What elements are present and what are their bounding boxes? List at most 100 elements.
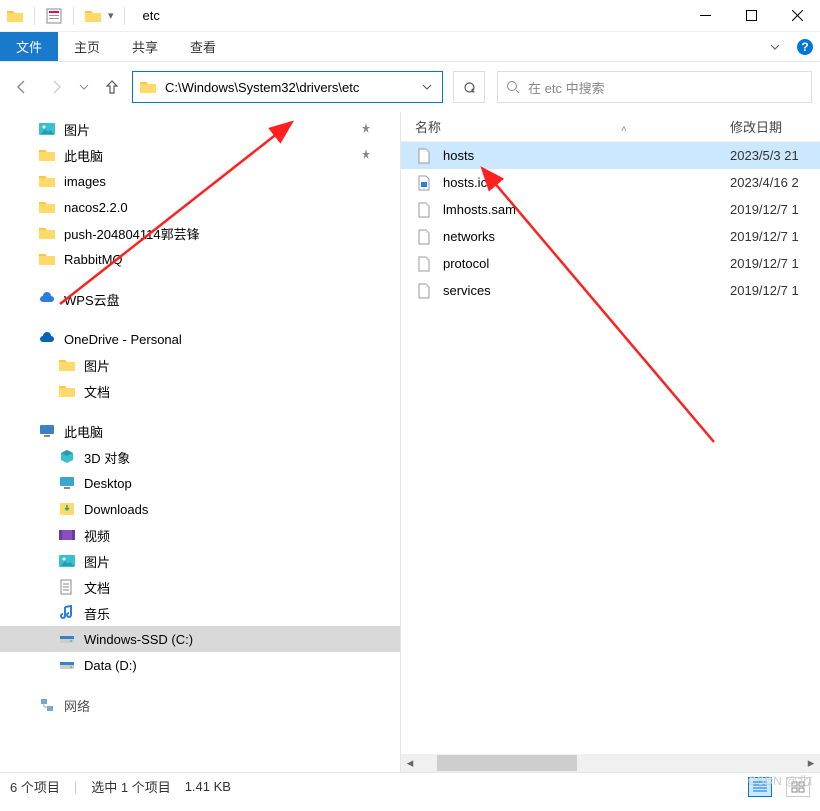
status-item-count: 6 个项目	[10, 777, 60, 796]
file-icon	[415, 201, 433, 219]
tree-thispc-child[interactable]: Windows-SSD (C:)	[0, 626, 400, 652]
minimize-button[interactable]	[682, 0, 728, 32]
title-bar: ▾ etc	[0, 0, 820, 32]
status-size: 1.41 KB	[185, 779, 231, 794]
close-button[interactable]	[774, 0, 820, 32]
tab-view[interactable]: 查看	[174, 32, 232, 61]
address-bar[interactable]	[132, 71, 443, 103]
tree-thispc-child[interactable]: 视频	[0, 522, 400, 548]
file-tab[interactable]: 文件	[0, 32, 58, 61]
folder-icon	[58, 356, 76, 374]
scroll-thumb[interactable]	[437, 755, 577, 771]
folder-icon	[38, 224, 56, 242]
tree-thispc-child[interactable]: 3D 对象	[0, 444, 400, 470]
help-button[interactable]: ?	[790, 32, 820, 61]
tree-quick-item[interactable]: 此电脑	[0, 142, 400, 168]
tree-network[interactable]: 网络	[0, 692, 400, 718]
status-bar: 6 个项目 | 选中 1 个项目 1.41 KB	[0, 772, 820, 800]
disk-icon	[58, 630, 76, 648]
folder-icon	[38, 146, 56, 164]
maximize-button[interactable]	[728, 0, 774, 32]
sort-indicator-icon: ˄	[621, 124, 627, 135]
horizontal-scrollbar[interactable]: ◂ ▸	[401, 754, 820, 772]
tree-thispc-child[interactable]: 图片	[0, 548, 400, 574]
tree-onedrive[interactable]: OneDrive - Personal	[0, 326, 400, 352]
folder-icon	[139, 78, 157, 96]
folder-icon	[38, 172, 56, 190]
tree-onedrive-child[interactable]: 图片	[0, 352, 400, 378]
folder-icon	[38, 198, 56, 216]
file-row[interactable]: networks2019/12/7 1	[401, 223, 820, 250]
back-button[interactable]	[8, 73, 36, 101]
folder-icon	[58, 382, 76, 400]
properties-icon[interactable]	[45, 7, 63, 25]
tree-quick-item[interactable]: RabbitMQ	[0, 246, 400, 272]
file-row[interactable]: lmhosts.sam2019/12/7 1	[401, 196, 820, 223]
tree-wps-cloud[interactable]: WPS云盘	[0, 286, 400, 312]
tab-share[interactable]: 共享	[116, 32, 174, 61]
ribbon: 文件 主页 共享 查看 ?	[0, 32, 820, 62]
folder-icon	[6, 7, 24, 25]
tree-quick-item[interactable]: nacos2.2.0	[0, 194, 400, 220]
tree-quick-item[interactable]: images	[0, 168, 400, 194]
cloud-icon	[38, 290, 56, 308]
onedrive-icon	[38, 330, 56, 348]
pc-icon	[38, 422, 56, 440]
navigation-tree[interactable]: 图片此电脑imagesnacos2.2.0push-204804114郭芸锋Ra…	[0, 112, 400, 772]
tree-thispc-child[interactable]: Downloads	[0, 496, 400, 522]
up-button[interactable]	[98, 73, 126, 101]
folder-icon	[38, 250, 56, 268]
file-list[interactable]: hosts2023/5/3 21hosts.ics2023/4/16 2lmho…	[401, 142, 820, 754]
search-placeholder: 在 etc 中搜索	[528, 78, 605, 97]
documents-icon	[58, 578, 76, 596]
3d-icon	[58, 448, 76, 466]
downloads-icon	[58, 500, 76, 518]
address-dropdown-icon[interactable]	[418, 80, 436, 95]
search-box[interactable]: 在 etc 中搜索	[497, 71, 812, 103]
column-name[interactable]: 名称˄	[415, 117, 730, 136]
svg-text:?: ?	[801, 40, 808, 54]
file-list-pane: 名称˄ 修改日期 hosts2023/5/3 21hosts.ics2023/4…	[401, 112, 820, 772]
file-row[interactable]: services2019/12/7 1	[401, 277, 820, 304]
scroll-left-icon[interactable]: ◂	[401, 754, 419, 772]
file-row[interactable]: protocol2019/12/7 1	[401, 250, 820, 277]
tree-this-pc[interactable]: 此电脑	[0, 418, 400, 444]
column-headers[interactable]: 名称˄ 修改日期	[401, 112, 820, 142]
disk-icon	[58, 656, 76, 674]
tree-thispc-child[interactable]: 音乐	[0, 600, 400, 626]
file-icon	[415, 147, 433, 165]
tree-onedrive-child[interactable]: 文档	[0, 378, 400, 404]
tree-thispc-child[interactable]: Data (D:)	[0, 652, 400, 678]
file-row[interactable]: hosts2023/5/3 21	[401, 142, 820, 169]
tree-quick-item[interactable]: 图片	[0, 116, 400, 142]
file-row[interactable]: hosts.ics2023/4/16 2	[401, 169, 820, 196]
history-dropdown-icon[interactable]	[76, 73, 92, 101]
forward-button[interactable]	[42, 73, 70, 101]
qat-dropdown-icon[interactable]: ▾	[108, 9, 114, 22]
main-content: 图片此电脑imagesnacos2.2.0push-204804114郭芸锋Ra…	[0, 112, 820, 772]
file-icon	[415, 174, 433, 192]
scroll-right-icon[interactable]: ▸	[802, 754, 820, 772]
file-icon	[415, 228, 433, 246]
watermark: CSDN @北ǐ	[748, 772, 812, 789]
ribbon-expand-icon[interactable]	[760, 32, 790, 61]
tree-thispc-child[interactable]: Desktop	[0, 470, 400, 496]
tree-quick-item[interactable]: push-204804114郭芸锋	[0, 220, 400, 246]
video-icon	[58, 526, 76, 544]
music-icon	[58, 604, 76, 622]
refresh-button[interactable]	[453, 71, 485, 103]
window-title: etc	[135, 8, 160, 23]
desktop-icon	[58, 474, 76, 492]
picture-icon	[58, 552, 76, 570]
file-icon	[415, 282, 433, 300]
tree-thispc-child[interactable]: 文档	[0, 574, 400, 600]
tab-home[interactable]: 主页	[58, 32, 116, 61]
file-icon	[415, 255, 433, 273]
nav-bar: 在 etc 中搜索	[0, 62, 820, 112]
picture-icon	[38, 120, 56, 138]
pin-icon	[360, 122, 372, 137]
status-selection: 选中 1 个项目	[91, 777, 170, 796]
address-input[interactable]	[163, 79, 412, 96]
column-date[interactable]: 修改日期	[730, 117, 820, 136]
pin-icon	[360, 148, 372, 163]
